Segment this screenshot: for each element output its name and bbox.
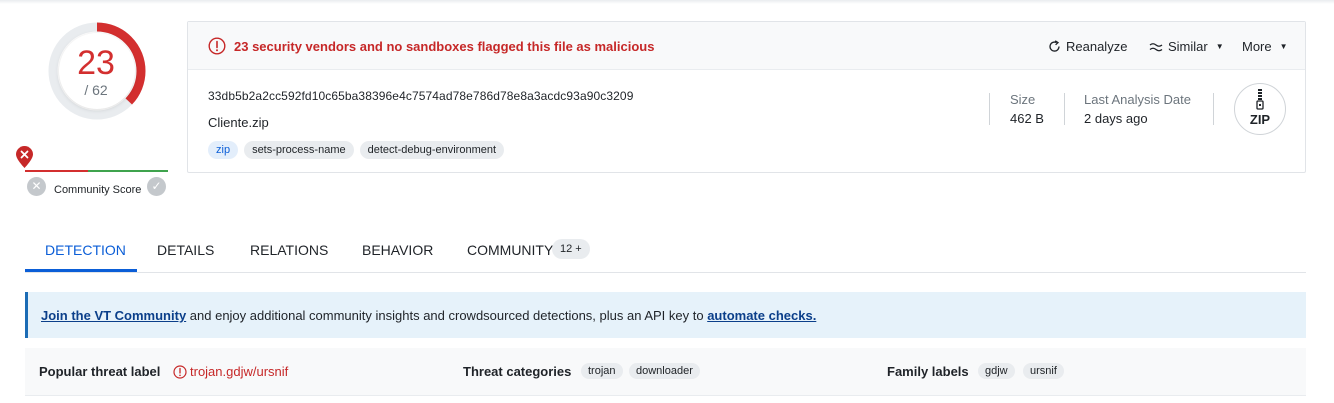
x-pin-icon: [16, 146, 33, 168]
threat-categories-label: Threat categories: [463, 364, 572, 379]
tag-zip[interactable]: zip: [208, 141, 239, 159]
file-summary-card: 23 security vendors and no sandboxes fla…: [187, 21, 1306, 173]
total-engines: / 62: [84, 82, 108, 98]
analysis-tabs: DETECTION DETAILS RELATIONS BEHAVIOR COM…: [25, 226, 1306, 273]
threat-summary-row: Popular threat label trojan.gdjw/ursnif …: [25, 348, 1306, 396]
family-tag-ursnif[interactable]: ursnif: [1023, 363, 1064, 379]
tag-sets-process-name[interactable]: sets-process-name: [244, 141, 354, 159]
family-tag-gdjw[interactable]: gdjw: [978, 363, 1015, 379]
zipper-icon: [1256, 89, 1264, 110]
divider: [1064, 93, 1065, 125]
detection-count: 23: [77, 44, 115, 82]
card-header: 23 security vendors and no sandboxes fla…: [188, 22, 1305, 70]
file-name: Cliente.zip: [208, 115, 269, 130]
category-tag-downloader[interactable]: downloader: [629, 363, 700, 379]
more-dropdown[interactable]: More ▼: [1242, 39, 1288, 54]
last-analysis-label: Last Analysis Date: [1084, 92, 1191, 107]
tab-detection[interactable]: DETECTION: [45, 242, 126, 258]
alert-circle-icon: [208, 37, 226, 55]
banner-middle-text: and enjoy additional community insights …: [186, 308, 708, 323]
x-circle-icon[interactable]: ✕: [27, 177, 46, 196]
top-shadow: [0, 0, 1334, 4]
divider: [989, 93, 990, 125]
size-label: Size: [1010, 92, 1036, 107]
malicious-alert-text: 23 security vendors and no sandboxes fla…: [234, 39, 655, 54]
tab-relations[interactable]: RELATIONS: [250, 242, 328, 258]
tab-details[interactable]: DETAILS: [157, 242, 214, 258]
similar-label: Similar: [1168, 39, 1208, 54]
file-tags: zip sets-process-name detect-debug-envir…: [208, 141, 505, 159]
tab-behavior[interactable]: BEHAVIOR: [362, 242, 433, 258]
reanalyze-label: Reanalyze: [1066, 39, 1128, 54]
file-type-label: ZIP: [1249, 112, 1271, 127]
divider: [1213, 93, 1214, 125]
community-score-negative-bar: [25, 170, 88, 172]
detection-score-gauge: 23 / 62: [46, 20, 148, 122]
approx-equal-icon: [1149, 42, 1163, 51]
banner-text: Join the VT Community and enjoy addition…: [41, 308, 816, 323]
community-score: ✕ Community Score ✓: [16, 146, 171, 198]
active-tab-indicator: [25, 269, 137, 272]
size-value: 462 B: [1010, 111, 1044, 126]
refresh-icon: [1049, 40, 1060, 52]
popular-threat-value-text: trojan.gdjw/ursnif: [190, 364, 289, 379]
community-score-label: Community Score: [54, 184, 142, 196]
chevron-down-icon: ▼: [1279, 42, 1288, 51]
community-banner: Join the VT Community and enjoy addition…: [25, 292, 1306, 338]
automate-checks-link[interactable]: automate checks.: [707, 308, 816, 323]
more-label: More: [1242, 39, 1272, 54]
tag-detect-debug-environment[interactable]: detect-debug-environment: [359, 141, 505, 159]
popular-threat-value[interactable]: trojan.gdjw/ursnif: [173, 364, 288, 379]
file-hash[interactable]: 33db5b2a2cc592fd10c65ba38396e4c7574ad78e…: [208, 89, 633, 103]
join-community-link[interactable]: Join the VT Community: [41, 308, 186, 323]
family-labels-label: Family labels: [887, 364, 969, 379]
community-count-badge: 12 +: [552, 239, 590, 259]
alert-circle-icon: [173, 364, 187, 379]
file-type-badge: ZIP: [1234, 83, 1286, 135]
similar-dropdown[interactable]: Similar ▼: [1149, 39, 1224, 54]
last-analysis-value: 2 days ago: [1084, 111, 1148, 126]
check-circle-icon[interactable]: ✓: [147, 177, 166, 196]
tab-community[interactable]: COMMUNITY: [467, 242, 553, 258]
community-score-positive-bar: [88, 170, 168, 172]
category-tag-trojan[interactable]: trojan: [581, 363, 623, 379]
popular-threat-label: Popular threat label: [39, 364, 161, 379]
reanalyze-button[interactable]: Reanalyze: [1048, 39, 1127, 54]
chevron-down-icon: ▼: [1215, 42, 1224, 51]
